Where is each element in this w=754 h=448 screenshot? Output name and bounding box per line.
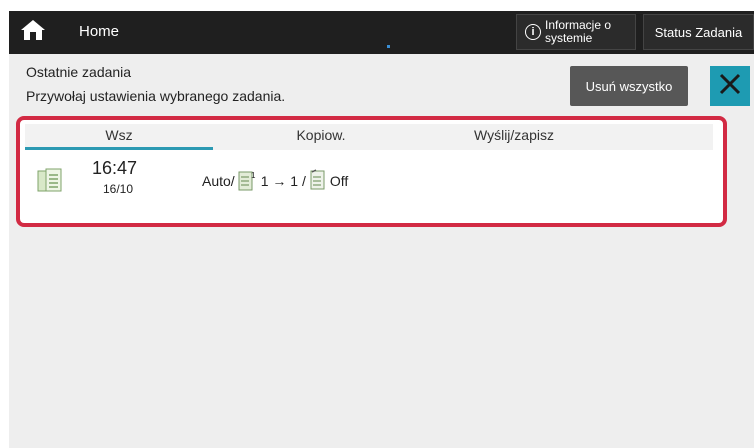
top-bar: Home i Informacje o systemie Status Zada… <box>9 11 754 54</box>
home-button[interactable] <box>9 11 57 54</box>
color-mode-value: Auto/ <box>202 173 235 189</box>
delete-all-button[interactable]: Usuń wszystko <box>570 66 688 106</box>
home-icon <box>20 19 46 46</box>
svg-text:1: 1 <box>251 171 256 180</box>
staple-value: Off <box>329 173 349 189</box>
page-title: Ostatnie zadania <box>26 64 132 80</box>
tab-all-label: Wsz <box>105 127 133 143</box>
pages-value: 1 → 1 / <box>260 173 306 189</box>
info-icon: i <box>525 24 541 40</box>
tab-copy[interactable]: Kopiow. <box>213 124 429 150</box>
copy-job-icon <box>37 167 63 200</box>
duplex-icon: 1 <box>235 169 261 194</box>
job-row[interactable]: 16:47 16/10 Auto/ 1 1 → 1 / Off <box>25 152 713 210</box>
tab-all[interactable]: Wsz <box>25 124 213 150</box>
indicator-dot <box>387 45 390 48</box>
recent-jobs-screen: Home i Informacje o systemie Status Zada… <box>9 11 754 448</box>
close-icon <box>718 72 742 101</box>
tab-active-indicator <box>25 147 213 150</box>
home-label: Home <box>79 23 120 40</box>
close-button[interactable] <box>710 66 750 106</box>
system-info-label: Informacje o systemie <box>545 18 612 45</box>
tab-send-save[interactable]: Wyślij/zapisz <box>429 124 599 150</box>
job-status-button[interactable]: Status Zadania <box>643 14 754 50</box>
job-time: 16:47 <box>92 158 138 178</box>
job-date: 16/10 <box>103 182 134 196</box>
job-settings-summary: Auto/ 1 1 → 1 / Off <box>202 168 349 194</box>
job-tabs: Wsz Kopiow. Wyślij/zapisz <box>25 124 713 150</box>
page-subtitle: Przywołaj ustawienia wybranego zadania. <box>26 88 286 104</box>
system-info-button[interactable]: i Informacje o systemie <box>516 14 636 50</box>
recent-jobs-list: Wsz Kopiow. Wyślij/zapisz 16:47 16/10 Au… <box>16 116 727 227</box>
tab-send-save-label: Wyślij/zapisz <box>474 127 554 143</box>
staple-icon <box>306 168 330 194</box>
tab-copy-label: Kopiow. <box>296 127 346 143</box>
